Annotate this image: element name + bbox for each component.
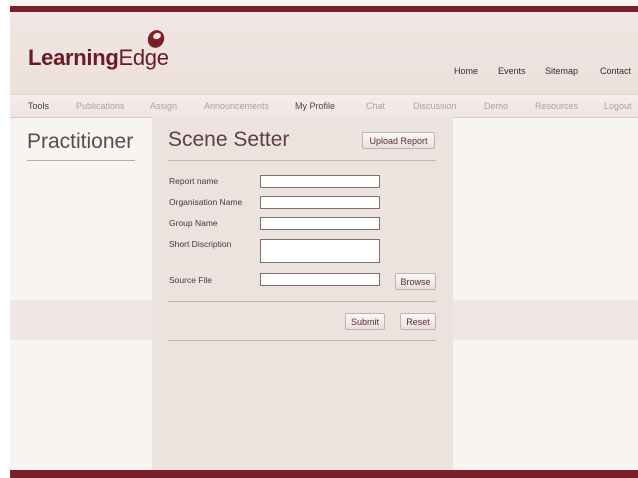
group-name-input[interactable] [260, 217, 380, 230]
top-link-contact[interactable]: Contact [600, 66, 631, 76]
report-name-label: Report name [169, 176, 219, 186]
short-description-label: Short Discription [169, 239, 232, 249]
submit-button[interactable]: Submit [345, 313, 385, 330]
top-link-home[interactable]: Home [454, 66, 478, 76]
brand-name-bold: Learning [28, 45, 119, 70]
reset-button[interactable]: Reset [400, 313, 436, 330]
nav-item-resources[interactable]: Resources [535, 101, 578, 111]
form-title-divider [168, 160, 436, 161]
nav-item-logout[interactable]: Logout [604, 101, 632, 111]
nav-item-my-profile[interactable]: My Profile [295, 101, 335, 111]
nav-item-tools[interactable]: Tools [28, 101, 49, 111]
source-file-input[interactable] [260, 273, 380, 286]
form-bottom-divider [168, 340, 436, 341]
sidebar-title: Practitioner [27, 130, 134, 153]
nav-item-assign[interactable]: Assign [150, 101, 177, 111]
brand-name-rest: Edge [118, 45, 169, 70]
nav-item-discussion[interactable]: Discussion [413, 101, 457, 111]
top-link-sitemap[interactable]: Sitemap [545, 66, 578, 76]
sidebar-divider [27, 160, 135, 161]
source-file-label: Source File [169, 275, 212, 285]
nav-item-publications[interactable]: Publications [76, 101, 125, 111]
form-title: Scene Setter [168, 128, 290, 151]
top-link-events[interactable]: Events [498, 66, 526, 76]
organisation-name-input[interactable] [260, 196, 380, 209]
group-name-label: Group Name [169, 218, 218, 228]
bottom-accent-bar [10, 470, 638, 478]
nav-item-demo[interactable]: Demo [484, 101, 508, 111]
nav-item-chat[interactable]: Chat [366, 101, 385, 111]
short-description-input[interactable] [260, 239, 380, 263]
browse-button[interactable]: Browse [395, 273, 436, 290]
organisation-name-label: Organisation Name [169, 197, 243, 207]
nav-item-announcements[interactable]: Announcements [204, 101, 269, 111]
report-name-input[interactable] [260, 175, 380, 188]
brand-logo[interactable]: LearningEdge [28, 45, 169, 71]
upload-report-button[interactable]: Upload Report [362, 132, 435, 149]
form-panel [152, 117, 453, 478]
form-divider [168, 301, 436, 302]
